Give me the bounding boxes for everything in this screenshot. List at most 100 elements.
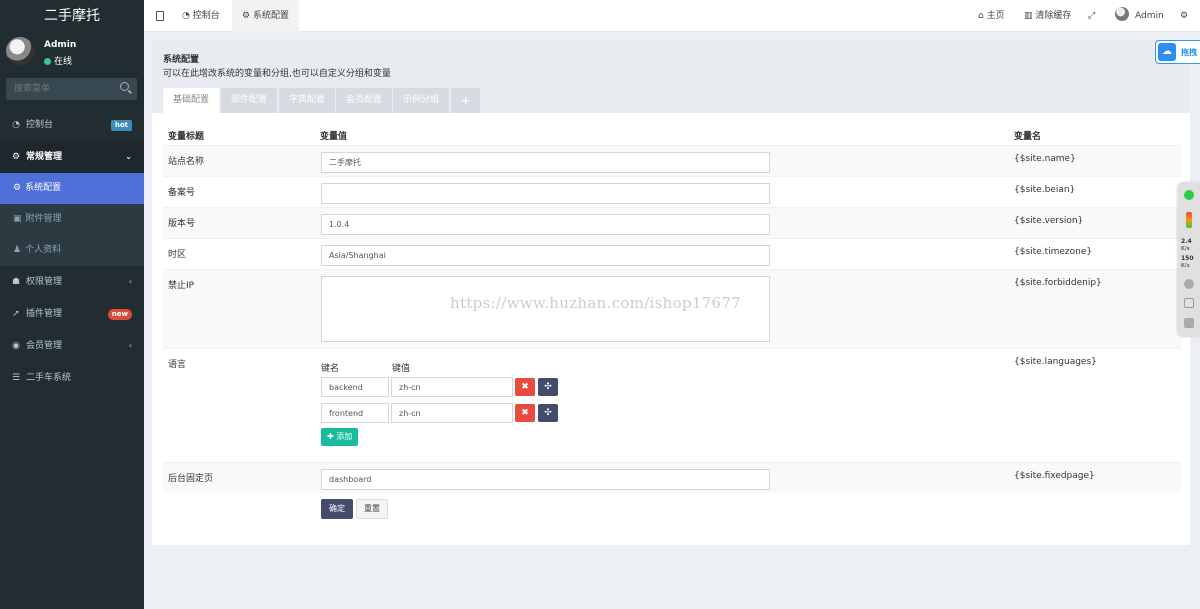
speed-up-value: 2.4 xyxy=(1181,238,1192,245)
language-key-input[interactable] xyxy=(321,403,389,423)
add-label: 添加 xyxy=(336,432,353,441)
sidebar-item-addon[interactable]: ➚ 插件管理 new xyxy=(0,298,144,330)
tab-dashboard[interactable]: ◔ 控制台 xyxy=(172,0,230,32)
tab-config[interactable]: ⚙ 系统配置 xyxy=(232,0,299,32)
home-label: 主页 xyxy=(986,11,1005,21)
sidebar-item-label: 系统配置 xyxy=(25,183,62,193)
tab-label: 系统配置 xyxy=(252,11,289,21)
group-icon: ☗ xyxy=(11,277,21,287)
row-var: {$site.languages} xyxy=(1014,357,1097,367)
header-name: 变量名 xyxy=(1014,132,1042,142)
home-link[interactable]: ⌂ 主页 xyxy=(978,0,1005,32)
watermark-text: https://www.huzhan.com/ishop17677 xyxy=(450,294,742,312)
chevron-down-icon: ⌄ xyxy=(125,152,132,161)
row-label: 时区 xyxy=(168,250,187,260)
table-row: 时区 {$site.timezone} xyxy=(163,238,1181,269)
sidebar-item-label: 个人资料 xyxy=(25,245,62,255)
value-header: 键值 xyxy=(392,364,411,374)
settings-icon[interactable]: ⚙ xyxy=(1180,0,1188,32)
reset-button[interactable]: 重置 xyxy=(356,499,388,519)
fixedpage-input[interactable] xyxy=(321,469,770,490)
drag-handle-icon[interactable]: ✣ xyxy=(538,404,558,422)
user-icon: ♟ xyxy=(13,245,22,255)
version-input[interactable] xyxy=(321,214,770,235)
trash-icon: ▥ xyxy=(1024,11,1036,21)
sidebar-menu: ◔ 控制台 hot ⚙ 常规管理 ⌄ ⚙ 系统配置 ▣ 附件管理 ♟ 个人资料 ☗ 权限管理… xyxy=(0,109,144,394)
sidebar-item-profile[interactable]: ♟ 个人资料 xyxy=(0,235,144,266)
sidebar-toggle-icon[interactable] xyxy=(156,11,164,21)
speed-down-value: 150 xyxy=(1181,255,1194,262)
row-label: 禁止IP xyxy=(168,281,195,291)
user-status: 在线 xyxy=(44,54,72,67)
user-status-label: 在线 xyxy=(54,57,73,67)
meter-icon xyxy=(1186,212,1192,228)
table-row: 后台固定页 {$site.fixedpage} xyxy=(163,462,1181,493)
row-label: 站点名称 xyxy=(168,157,205,167)
table-row: 站点名称 {$site.name} xyxy=(163,145,1181,176)
image-icon[interactable] xyxy=(1184,318,1194,328)
submit-button[interactable]: 确定 xyxy=(321,499,353,519)
tab-email[interactable]: 邮件配置 xyxy=(221,88,278,113)
app-logo[interactable]: 二手摩托 xyxy=(0,0,144,32)
remove-row-button[interactable]: ✖ xyxy=(515,404,535,422)
dashboard-icon: ◔ xyxy=(182,11,193,21)
drag-handle-icon[interactable]: ✣ xyxy=(538,378,558,396)
tab-example[interactable]: 示例分组 xyxy=(393,88,450,113)
add-language-button[interactable]: ✚ 添加 xyxy=(321,428,359,446)
sidebar-item-usedcar[interactable]: ☰ 二手车系统 xyxy=(0,362,144,394)
fullscreen-icon[interactable]: ⤢ xyxy=(1088,0,1095,32)
site-name-input[interactable] xyxy=(321,152,770,173)
row-label: 版本号 xyxy=(168,219,196,229)
table-row: 语言 键名 键值 ✖ ✣ ✖ ✣ ✚ 添加 {$site.languages} xyxy=(163,348,1181,462)
menu-search-input[interactable] xyxy=(6,78,116,100)
sidebar: 二手摩托 Admin 在线 ◔控制台 hot ⚙常规管理 ⌄ ⚙系统配置 ▣附件… xyxy=(0,0,144,609)
table-row: 备案号 {$site.beian} xyxy=(163,176,1181,207)
sidebar-item-label: 会员管理 xyxy=(26,341,63,351)
table-row: 版本号 {$site.version} xyxy=(163,207,1181,238)
speed-unit: K/s xyxy=(1181,246,1190,252)
row-var: {$site.forbiddenip} xyxy=(1014,278,1102,288)
language-key-input[interactable] xyxy=(321,377,389,397)
beian-input[interactable] xyxy=(321,183,770,204)
topbar: ◔ 控制台 ⚙ 系统配置 ⌂ 主页 ▥ 清除缓存 ⤢ Admin ⚙ xyxy=(144,0,1200,32)
user-menu[interactable]: Admin xyxy=(1115,0,1164,32)
page-title: 系统配置 xyxy=(163,55,200,65)
submenu-general: ⚙ 系统配置 ▣ 附件管理 ♟ 个人资料 xyxy=(0,173,144,266)
tab-basic[interactable]: 基础配置 xyxy=(163,88,220,113)
sidebar-item-label: 二手车系统 xyxy=(26,373,72,383)
row-var: {$site.timezone} xyxy=(1014,247,1093,257)
sidebar-item-general[interactable]: ⚙ 常规管理 ⌄ xyxy=(0,141,144,173)
chevron-left-icon: ‹ xyxy=(128,277,132,286)
menu-search xyxy=(6,78,137,100)
new-badge: new xyxy=(107,309,132,320)
clear-cache-button[interactable]: ▥ 清除缓存 xyxy=(1024,0,1071,32)
row-var: {$site.beian} xyxy=(1014,185,1076,195)
shield-icon[interactable] xyxy=(1184,190,1194,200)
dashboard-icon: ◔ xyxy=(12,120,20,130)
row-var: {$site.name} xyxy=(1014,154,1076,164)
header-value: 变量值 xyxy=(320,132,348,142)
language-value-input[interactable] xyxy=(391,403,513,423)
sidebar-item-member[interactable]: ◉ 会员管理 ‹ xyxy=(0,330,144,362)
timezone-input[interactable] xyxy=(321,245,770,266)
sidebar-item-auth[interactable]: ☗ 权限管理 ‹ xyxy=(0,266,144,298)
tab-dictionary[interactable]: 字典配置 xyxy=(279,88,336,113)
language-value-input[interactable] xyxy=(391,377,513,397)
user-circle-icon: ◉ xyxy=(12,341,20,351)
search-icon[interactable] xyxy=(120,82,129,91)
float-share-widget[interactable]: ☁ 拖拽 xyxy=(1155,40,1200,64)
sidebar-item-label: 权限管理 xyxy=(26,277,63,287)
edit-icon[interactable] xyxy=(1184,298,1194,308)
baidu-cloud-icon: ☁ xyxy=(1158,43,1176,61)
tab-member[interactable]: 会员配置 xyxy=(336,88,393,113)
cleanup-icon[interactable] xyxy=(1184,279,1194,289)
remove-row-button[interactable]: ✖ xyxy=(515,378,535,396)
key-header: 键名 xyxy=(321,364,340,374)
sidebar-item-dashboard[interactable]: ◔ 控制台 hot xyxy=(0,109,144,141)
file-image-icon: ▣ xyxy=(13,214,22,224)
row-label: 后台固定页 xyxy=(168,474,214,484)
row-var: {$site.fixedpage} xyxy=(1014,471,1095,481)
sidebar-item-attachment[interactable]: ▣ 附件管理 xyxy=(0,204,144,235)
add-tab-button[interactable]: + xyxy=(451,88,481,113)
sidebar-item-config[interactable]: ⚙ 系统配置 xyxy=(0,173,144,204)
